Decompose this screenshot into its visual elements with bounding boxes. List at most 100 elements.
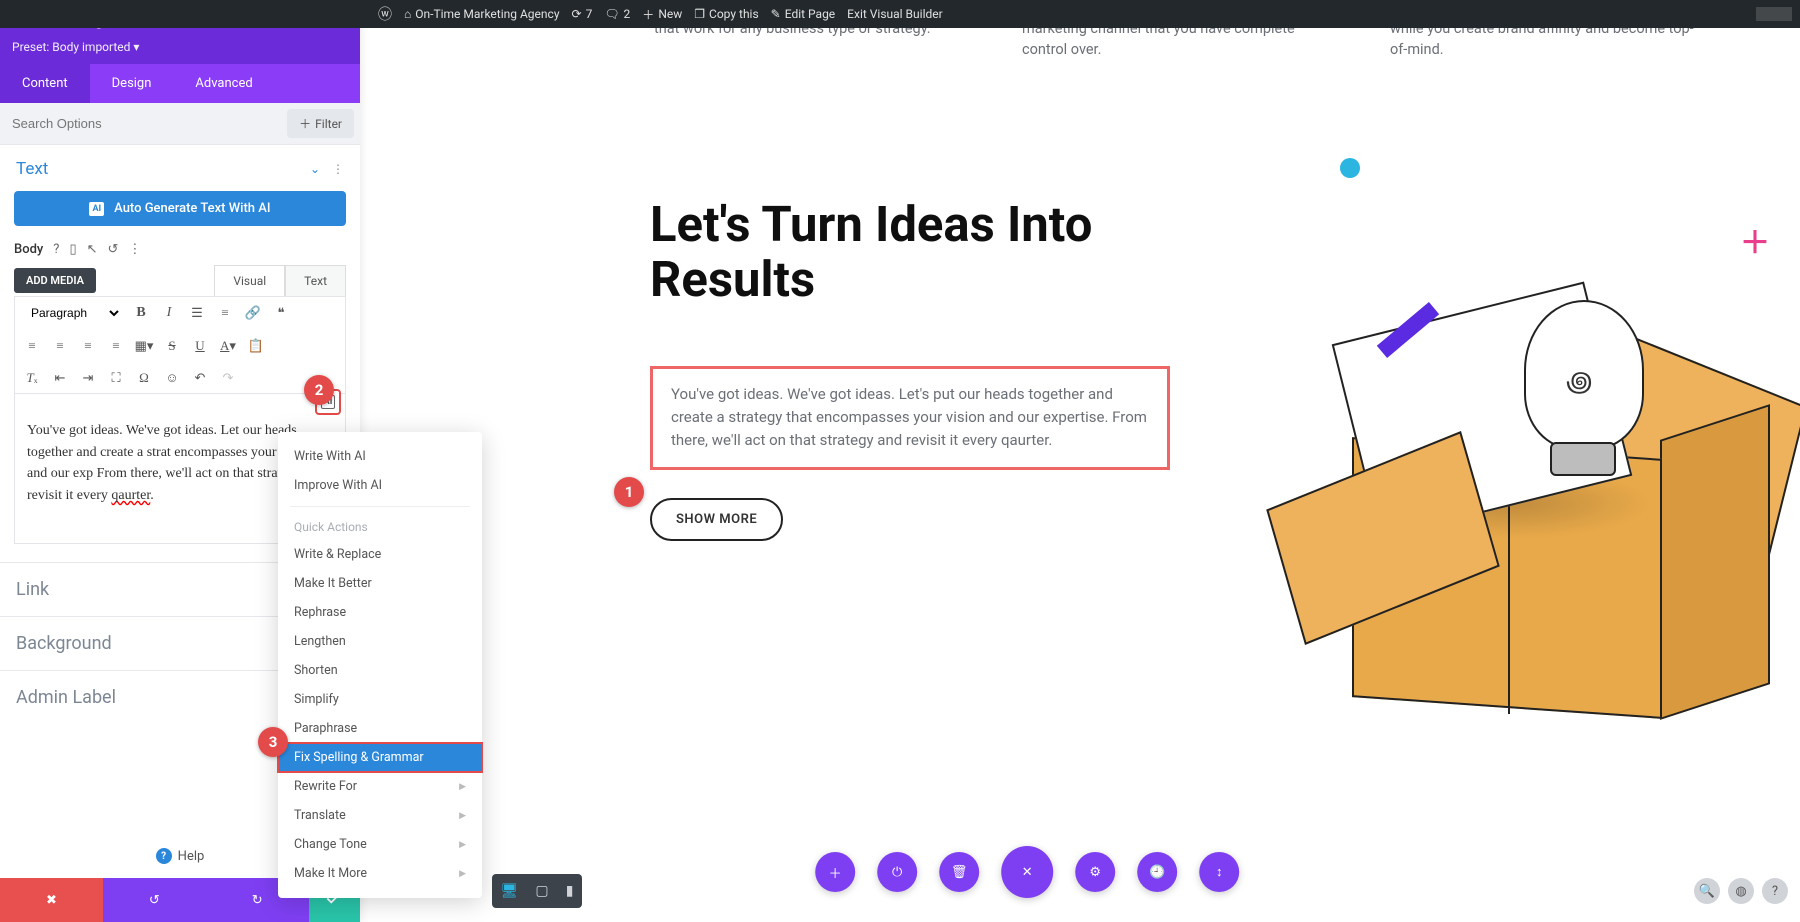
underline-icon[interactable]: U (191, 337, 209, 355)
indent-icon[interactable]: ⇥ (79, 369, 97, 387)
clear-format-icon[interactable]: Tₓ (23, 369, 41, 387)
updates-link[interactable]: ⟳7 (572, 7, 593, 21)
mi-make-it-more[interactable]: Make It More▶ (278, 859, 482, 888)
mi-rephrase[interactable]: Rephrase (278, 598, 482, 627)
rb-layers[interactable]: ◍ (1728, 878, 1754, 904)
redo-editor-icon[interactable]: ↷ (219, 369, 237, 387)
table-icon[interactable]: ▦▾ (135, 337, 153, 355)
tablet-view-icon[interactable]: ▢ (535, 883, 548, 899)
wp-logo[interactable]: ⓦ (378, 4, 392, 24)
builder-action-bubbles: ＋ ⏻ 🗑 ✕ ⚙ 🕘 ↕ (815, 852, 1239, 898)
align-right-icon[interactable]: ≡ (79, 337, 97, 355)
mi-shorten[interactable]: Shorten (278, 656, 482, 685)
hero-title: Let's Turn Ideas Into Results (650, 198, 1170, 308)
callout-2: 2 (304, 375, 334, 405)
link-icon[interactable]: 🔗 (244, 304, 262, 322)
section-more-icon[interactable]: ⋮ (332, 162, 344, 176)
decor-blue-dot (1340, 158, 1360, 178)
mi-paraphrase[interactable]: Paraphrase (278, 714, 482, 743)
mi-write-with-ai[interactable]: Write With AI (278, 442, 482, 471)
bullet-list-icon[interactable]: ☰ (188, 304, 206, 322)
bold-icon[interactable]: B (132, 304, 150, 322)
undo-editor-icon[interactable]: ↶ (191, 369, 209, 387)
bubble-close[interactable]: ✕ (1001, 846, 1053, 898)
mi-simplify[interactable]: Simplify (278, 685, 482, 714)
mi-change-tone[interactable]: Change Tone▶ (278, 830, 482, 859)
mi-fix-spelling-grammar[interactable]: Fix Spelling & Grammar (278, 743, 482, 772)
align-justify-icon[interactable]: ≡ (107, 337, 125, 355)
align-left-icon[interactable]: ≡ (23, 337, 41, 355)
undo-button[interactable]: ↺ (103, 878, 206, 922)
strike-icon[interactable]: S (163, 337, 181, 355)
device-switcher: 🖥 ▢ ▮ (492, 874, 582, 908)
section-text-label[interactable]: Text (16, 159, 48, 179)
ai-badge-icon: AI (89, 202, 104, 216)
quote-icon[interactable]: ❝ (272, 304, 290, 322)
tab-design[interactable]: Design (90, 64, 174, 103)
bubble-trash[interactable]: 🗑 (939, 852, 979, 892)
edit-page-link[interactable]: ✎Edit Page (771, 7, 836, 21)
search-input[interactable] (0, 106, 281, 141)
auto-generate-ai-button[interactable]: AI Auto Generate Text With AI (14, 191, 346, 226)
mi-translate[interactable]: Translate▶ (278, 801, 482, 830)
wysiwyg-toolbar: Paragraph B I ☰ ≡ 🔗 ❝ ≡ ≡ ≡ ≡ ▦▾ S U A▾ … (14, 296, 346, 394)
tablet-icon[interactable]: ▯ (69, 242, 76, 257)
discard-button[interactable]: ✖ (0, 878, 103, 922)
copy-this-link[interactable]: ❐Copy this (694, 7, 758, 21)
corner-bubbles: 🔍 ◍ ? (1694, 878, 1788, 904)
tab-content[interactable]: Content (0, 64, 90, 103)
help-icon[interactable]: ? (53, 242, 59, 257)
show-more-button[interactable]: SHOW MORE (650, 498, 783, 541)
user-account[interactable] (1756, 7, 1792, 21)
bubble-settings[interactable]: ⚙ (1075, 852, 1115, 892)
ai-dropdown-menu: Write With AI Improve With AI Quick Acti… (278, 432, 482, 898)
preset-label[interactable]: Preset: Body imported ▾ (0, 40, 360, 64)
mobile-view-icon[interactable]: ▮ (566, 883, 574, 899)
paragraph-select[interactable]: Paragraph (23, 303, 122, 323)
quick-actions-label: Quick Actions (278, 513, 482, 540)
bubble-power[interactable]: ⏻ (877, 852, 917, 892)
hover-icon[interactable]: ↖ (87, 242, 98, 257)
emoji-icon[interactable]: ☺ (163, 369, 181, 387)
body-more-icon[interactable]: ⋮ (128, 242, 141, 257)
hero-illustration: ＋ ꩜ (1210, 198, 1750, 718)
callout-3: 3 (258, 727, 288, 757)
text-color-icon[interactable]: A▾ (219, 337, 237, 355)
mi-improve-with-ai[interactable]: Improve With AI (278, 471, 482, 500)
wp-admin-bar: ⓦ ⌂On-Time Marketing Agency ⟳7 🗨2 ＋New ❐… (0, 0, 1800, 28)
paste-icon[interactable]: 📋 (247, 337, 265, 355)
reset-icon[interactable]: ↺ (108, 242, 119, 257)
fullscreen-icon[interactable]: ⛶ (107, 369, 125, 387)
rb-search[interactable]: 🔍 (1694, 878, 1720, 904)
exit-visual-builder-link[interactable]: Exit Visual Builder (847, 7, 943, 21)
bubble-swap[interactable]: ↕ (1199, 852, 1239, 892)
collapse-icon[interactable]: ⌄ (310, 162, 320, 176)
rb-help[interactable]: ? (1762, 878, 1788, 904)
mi-rewrite-for[interactable]: Rewrite For▶ (278, 772, 482, 801)
bubble-add[interactable]: ＋ (815, 852, 855, 892)
add-media-button[interactable]: ADD MEDIA (14, 268, 96, 293)
decor-pink-plus: ＋ (1740, 218, 1770, 262)
editor-tab-visual[interactable]: Visual (214, 265, 285, 296)
tab-advanced[interactable]: Advanced (173, 64, 274, 103)
callout-1: 1 (614, 477, 644, 507)
new-link[interactable]: ＋New (642, 6, 682, 23)
italic-icon[interactable]: I (160, 304, 178, 322)
site-name-link[interactable]: ⌂On-Time Marketing Agency (404, 7, 560, 21)
bubble-history[interactable]: 🕘 (1137, 852, 1177, 892)
mi-write-replace[interactable]: Write & Replace (278, 540, 482, 569)
special-char-icon[interactable]: Ω (135, 369, 153, 387)
number-list-icon[interactable]: ≡ (216, 304, 234, 322)
desktop-icon[interactable]: 🖥 (501, 883, 519, 899)
align-center-icon[interactable]: ≡ (51, 337, 69, 355)
editor-tab-text[interactable]: Text (285, 265, 346, 296)
mi-lengthen[interactable]: Lengthen (278, 627, 482, 656)
settings-tabs: Content Design Advanced (0, 64, 360, 103)
body-label: Body (14, 242, 43, 257)
mi-make-better[interactable]: Make It Better (278, 569, 482, 598)
page-preview: that work for any business type or strat… (360, 28, 1800, 922)
filter-button[interactable]: ＋Filter (287, 109, 354, 138)
comments-link[interactable]: 🗨2 (604, 7, 630, 21)
outdent-icon[interactable]: ⇤ (51, 369, 69, 387)
hero-body-module[interactable]: You've got ideas. We've got ideas. Let's… (650, 366, 1170, 470)
